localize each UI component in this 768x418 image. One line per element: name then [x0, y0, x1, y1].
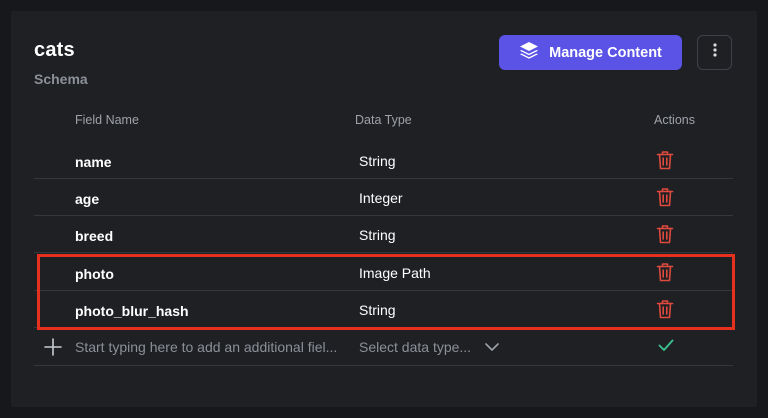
data-type-select-placeholder: Select data type...: [359, 339, 472, 355]
field-data-type: Image Path: [359, 265, 431, 281]
table-row: age Integer: [34, 179, 733, 216]
table-row: photo Image Path: [34, 254, 733, 291]
new-field-name-input[interactable]: [75, 337, 345, 357]
field-data-type: Integer: [359, 190, 403, 206]
trash-icon[interactable]: [656, 262, 674, 287]
table-row: photo_blur_hash String: [34, 291, 733, 328]
table-row: name String: [34, 142, 733, 179]
field-name: photo_blur_hash: [75, 303, 189, 319]
field-data-type: String: [359, 227, 396, 243]
data-type-select[interactable]: Select data type...: [359, 337, 509, 357]
trash-icon[interactable]: [656, 187, 674, 212]
vertical-ellipsis-icon: [712, 43, 717, 62]
stack-layers-icon: [519, 41, 539, 64]
plus-icon[interactable]: [44, 338, 62, 361]
column-header-field-name: Field Name: [75, 113, 139, 127]
field-name: age: [75, 191, 100, 207]
collection-title: cats: [34, 39, 75, 61]
trash-icon[interactable]: [656, 224, 674, 249]
manage-content-label: Manage Content: [549, 44, 662, 61]
chevron-down-icon: [485, 338, 499, 356]
field-data-type: String: [359, 153, 396, 169]
schema-card: cats Schema Manage Content Field Name Da…: [11, 11, 757, 407]
field-data-type: String: [359, 302, 396, 318]
more-options-button[interactable]: [697, 35, 732, 70]
field-name: breed: [75, 228, 114, 244]
check-icon[interactable]: [658, 339, 674, 357]
field-name: photo: [75, 266, 114, 282]
manage-content-button[interactable]: Manage Content: [499, 35, 682, 70]
column-header-actions: Actions: [654, 113, 695, 127]
table-row: breed String: [34, 216, 733, 253]
add-field-row: Select data type...: [34, 329, 733, 366]
trash-icon[interactable]: [656, 299, 674, 324]
collection-subtitle: Schema: [34, 71, 88, 87]
field-name: name: [75, 154, 112, 170]
trash-icon[interactable]: [656, 150, 674, 175]
column-header-data-type: Data Type: [355, 113, 412, 127]
